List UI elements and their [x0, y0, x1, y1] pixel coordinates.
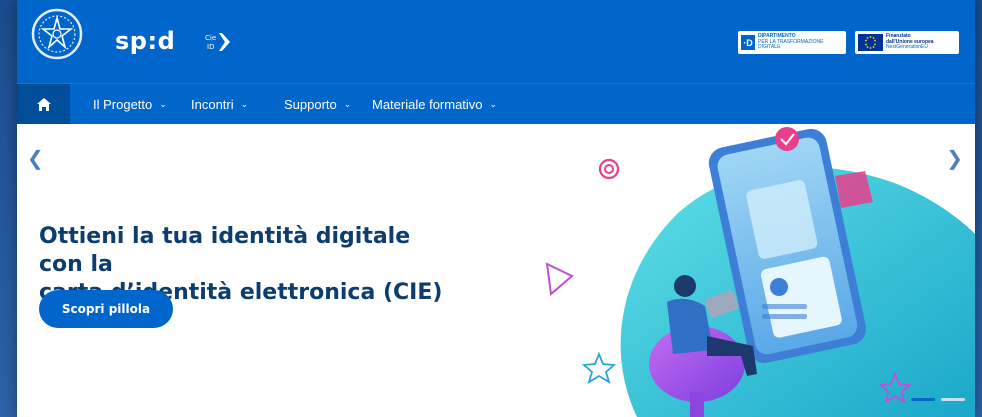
eu-partner-logo[interactable]: Finanziato dall'Unione europea NextGener…	[855, 31, 959, 54]
dtd-partner-logo[interactable]: ·D DIPARTIMENTO PER LA TRASFORMAZIONE DI…	[738, 31, 846, 54]
chevron-down-icon: ⌄	[343, 99, 352, 109]
eu-line3: NextGenerationEU	[886, 44, 928, 51]
page-background-right	[975, 0, 982, 417]
nav-item-materiale-formativo[interactable]: Materiale formativo ⌄	[372, 84, 497, 125]
spid-logo[interactable]: sp:d	[115, 27, 175, 55]
hero-carousel: ❮ ❯ Ottieni la tua identità digitale con…	[17, 124, 975, 417]
chevron-down-icon: ⌄	[240, 99, 249, 109]
italian-republic-emblem-icon[interactable]	[31, 8, 83, 60]
carousel-indicator-active[interactable]	[911, 398, 935, 401]
check-icon	[775, 127, 799, 151]
main-navigation: Il Progetto ⌄ Incontri ⌄ Supporto ⌄ Mate…	[17, 83, 975, 125]
chevron-down-icon: ⌄	[489, 99, 498, 109]
home-button[interactable]	[17, 84, 70, 125]
spiral-icon	[598, 158, 620, 180]
carousel-indicator[interactable]	[941, 398, 965, 401]
page: sp:d Cie ID ·D DIPARTIMENTO PER LA TRASF…	[17, 0, 975, 417]
eu-flag-icon	[858, 34, 883, 51]
star-shape	[581, 351, 617, 384]
dtd-mark: ·D	[741, 35, 755, 50]
partner-logos: ·D DIPARTIMENTO PER LA TRASFORMAZIONE DI…	[738, 31, 959, 54]
nav-item-label: Materiale formativo	[372, 97, 483, 112]
page-background-left	[0, 0, 17, 417]
hero-illustration	[545, 127, 975, 417]
cie-id-badge-icon[interactable]: Cie ID	[203, 30, 233, 54]
nav-item-supporto[interactable]: Supporto ⌄	[284, 84, 351, 125]
hero-title-line1: Ottieni la tua identità digitale con la	[39, 224, 411, 277]
triangle-shape	[545, 262, 574, 296]
nav-item-label: Supporto	[284, 97, 337, 112]
svg-text:ID: ID	[207, 43, 214, 51]
nav-item-label: Il Progetto	[93, 97, 153, 112]
carousel-prev-arrow-icon[interactable]: ❮	[27, 146, 44, 171]
nav-item-il-progetto[interactable]: Il Progetto ⌄	[93, 84, 167, 125]
nav-item-incontri[interactable]: Incontri ⌄	[191, 84, 248, 125]
svg-text:Cie: Cie	[205, 34, 216, 42]
scopri-pillola-button[interactable]: Scopri pillola	[39, 290, 173, 328]
nav-item-label: Incontri	[191, 97, 234, 112]
dtd-line3: DIGITALE	[758, 44, 781, 51]
header: sp:d Cie ID ·D DIPARTIMENTO PER LA TRASF…	[17, 0, 975, 83]
chevron-down-icon: ⌄	[159, 99, 167, 109]
carousel-indicators	[911, 398, 965, 401]
home-icon	[36, 98, 51, 111]
